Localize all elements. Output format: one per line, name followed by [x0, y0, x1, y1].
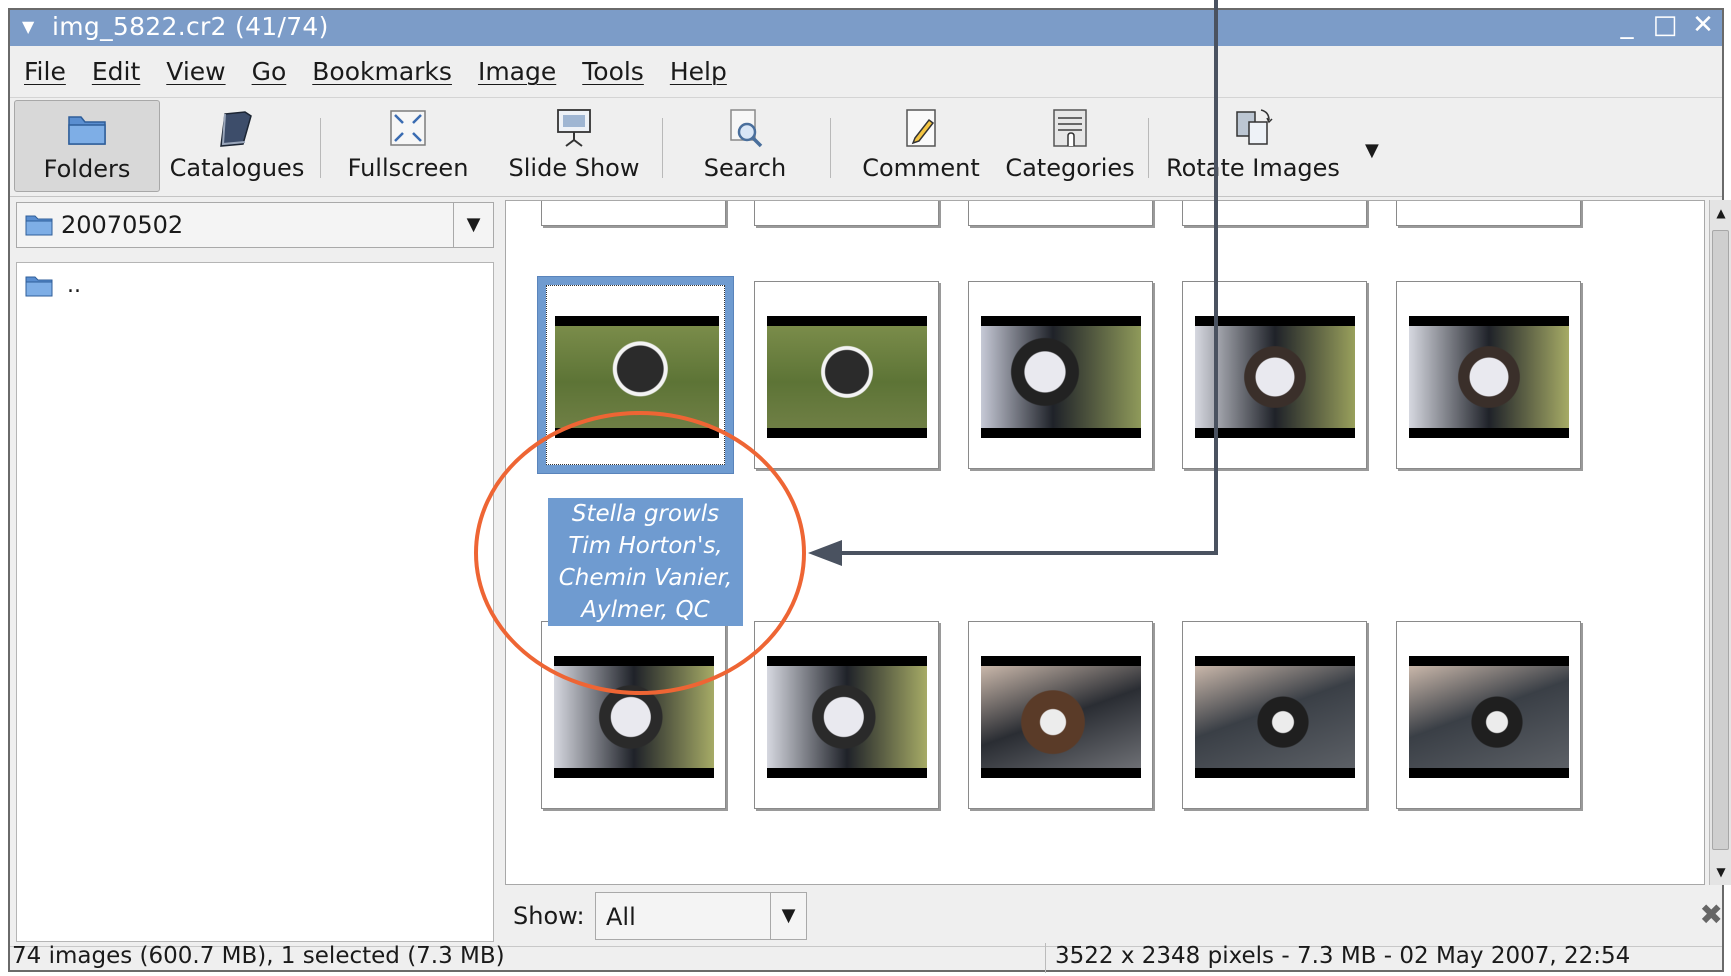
search-icon: [730, 109, 763, 148]
slideshow-button[interactable]: Slide Show: [492, 100, 656, 192]
application-window: ▼ img_5822.cr2 (41/74) _ □ ✕ File Edit V…: [8, 8, 1731, 973]
folder-icon: [68, 116, 106, 145]
thumbnail-image: [767, 656, 927, 778]
search-button[interactable]: Search: [670, 100, 820, 192]
folder-icon: [25, 276, 53, 296]
thumbnail-image: [1409, 656, 1569, 778]
thumbnail[interactable]: [1182, 281, 1367, 469]
toolbar-separator: [1148, 118, 1149, 178]
gallery-scrollbar[interactable]: ▲ ▼: [1709, 200, 1731, 885]
folder-list[interactable]: ..: [16, 262, 494, 942]
categories-button[interactable]: Categories: [996, 100, 1144, 192]
parent-folder-label: ..: [67, 273, 81, 298]
show-filter-value: All: [606, 903, 636, 931]
location-value: 20070502: [61, 211, 184, 239]
comment-label: Comment: [862, 154, 980, 182]
toolbar-separator: [830, 118, 831, 178]
fullscreen-icon: [390, 110, 426, 146]
chevron-down-icon[interactable]: ▼: [453, 203, 493, 247]
catalogue-book-icon: [220, 111, 252, 147]
folders-button[interactable]: Folders: [14, 100, 160, 192]
title-bar: ▼ img_5822.cr2 (41/74) _ □ ✕: [10, 10, 1722, 46]
scrollbar-thumb[interactable]: [1712, 230, 1729, 850]
thumbnail[interactable]: [1396, 621, 1581, 809]
thumbnail[interactable]: [1396, 281, 1581, 469]
toolbar-separator: [662, 118, 663, 178]
rotate-images-button[interactable]: Rotate Images: [1158, 100, 1348, 192]
menu-file[interactable]: File: [24, 57, 66, 86]
scroll-down-icon[interactable]: ▼: [1710, 859, 1731, 885]
list-item[interactable]: ..: [25, 273, 81, 298]
thumbnail[interactable]: [1396, 201, 1581, 226]
status-separator: [1045, 943, 1046, 973]
menu-image[interactable]: Image: [478, 57, 556, 86]
menu-edit[interactable]: Edit: [92, 57, 140, 86]
menu-help[interactable]: Help: [670, 57, 727, 86]
minimize-icon[interactable]: _: [1612, 10, 1642, 40]
comment-button[interactable]: Comment: [846, 100, 996, 192]
status-bar: 74 images (600.7 MB), 1 selected (7.3 MB…: [10, 943, 1722, 973]
folders-label: Folders: [43, 155, 131, 183]
caption-line: Stella growls: [571, 501, 720, 527]
thumbnail-image: [981, 316, 1141, 438]
thumbnail[interactable]: [754, 201, 939, 226]
toolbar-separator: [320, 118, 321, 178]
catalogues-label: Catalogues: [169, 154, 305, 182]
slideshow-icon: [557, 109, 591, 147]
thumbnail[interactable]: [541, 201, 726, 226]
status-selection-info: 74 images (600.7 MB), 1 selected (7.3 MB…: [12, 943, 505, 969]
thumbnail-image: [767, 316, 927, 438]
fullscreen-button[interactable]: Fullscreen: [328, 100, 488, 192]
caption-line: Chemin Vanier,: [558, 565, 733, 591]
menu-bookmarks[interactable]: Bookmarks: [312, 57, 452, 86]
thumbnail-image: [555, 316, 719, 438]
selected-thumbnail[interactable]: [537, 276, 734, 474]
categories-icon: [1053, 109, 1087, 147]
thumbnail-image: [1409, 316, 1569, 438]
toolbar: Folders Catalogues Fullscreen Slide Show: [10, 98, 1722, 197]
location-combo[interactable]: 20070502 ▼: [16, 202, 494, 248]
show-filter-select[interactable]: All ▼: [595, 892, 807, 940]
thumbnail-image: [1195, 316, 1355, 438]
scroll-up-icon[interactable]: ▲: [1710, 200, 1731, 226]
window-title: img_5822.cr2 (41/74): [52, 12, 329, 41]
thumbnail[interactable]: [1182, 201, 1367, 226]
comment-pencil-icon: [906, 109, 936, 147]
maximize-icon[interactable]: □: [1650, 10, 1680, 40]
toolbar-overflow-icon[interactable]: ▼: [1365, 140, 1379, 161]
chevron-down-icon[interactable]: ▼: [770, 893, 806, 939]
selected-image-caption: Stella growls Tim Horton's, Chemin Vanie…: [548, 498, 743, 626]
status-image-info: 3522 x 2348 pixels - 7.3 MB - 02 May 200…: [1055, 943, 1631, 969]
rotate-images-label: Rotate Images: [1166, 154, 1340, 182]
caption-line: Aylmer, QC: [581, 597, 710, 623]
close-window-icon[interactable]: ✕: [1688, 10, 1718, 40]
show-label: Show:: [513, 902, 585, 930]
thumbnail[interactable]: [1182, 621, 1367, 809]
thumbnail-image: [981, 656, 1141, 778]
close-filter-icon[interactable]: ✖: [1700, 898, 1723, 931]
thumbnail[interactable]: [754, 621, 939, 809]
search-label: Search: [703, 154, 787, 182]
categories-label: Categories: [1005, 154, 1135, 182]
thumbnail[interactable]: [754, 281, 939, 469]
catalogues-button[interactable]: Catalogues: [162, 100, 312, 192]
menu-tools[interactable]: Tools: [582, 57, 644, 86]
folder-icon: [25, 215, 53, 236]
thumbnail-image: [554, 656, 714, 778]
thumbnail[interactable]: [968, 281, 1153, 469]
menu-bar: File Edit View Go Bookmarks Image Tools …: [10, 46, 1722, 98]
slideshow-label: Slide Show: [508, 154, 640, 182]
window-menu-icon[interactable]: ▼: [22, 17, 34, 36]
thumbnail[interactable]: [968, 201, 1153, 226]
thumbnail[interactable]: [541, 621, 726, 809]
menu-view[interactable]: View: [166, 57, 225, 86]
window-controls: _ □ ✕: [1612, 10, 1718, 40]
thumbnail-image: [1195, 656, 1355, 778]
thumbnail[interactable]: [968, 621, 1153, 809]
rotate-icon: [1236, 109, 1273, 145]
menu-go[interactable]: Go: [252, 57, 287, 86]
fullscreen-label: Fullscreen: [347, 154, 469, 182]
filter-bar: Show: All ▼ ✖: [505, 888, 1725, 944]
caption-line: Tim Horton's,: [568, 533, 723, 559]
